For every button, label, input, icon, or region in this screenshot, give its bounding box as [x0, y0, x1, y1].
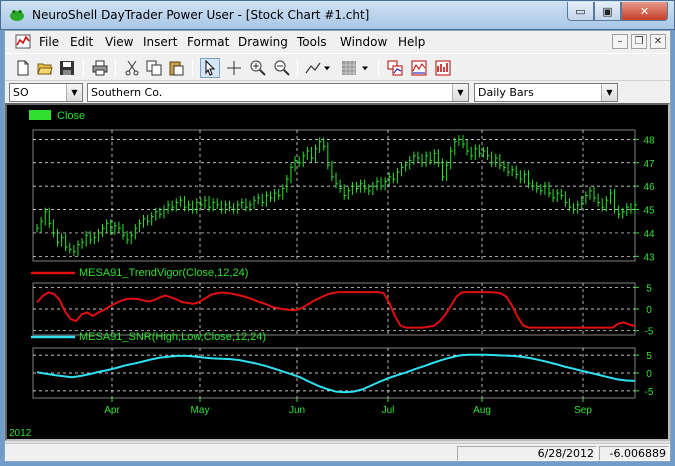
status-value: -6.006889	[599, 446, 669, 461]
menu-help[interactable]: Help	[398, 35, 425, 49]
legend-label: MESA91_SNR(High,Low,Close,12,24)	[79, 331, 266, 343]
y-tick-label: -5	[645, 387, 654, 398]
fill-pattern-icon[interactable]	[339, 58, 359, 78]
copy-icon[interactable]	[144, 58, 164, 78]
new-document-icon[interactable]	[13, 58, 33, 78]
app-icon	[10, 10, 24, 21]
zoom-out-icon[interactable]	[272, 58, 292, 78]
y-tick-label: 47	[643, 159, 655, 170]
series-line	[36, 291, 636, 329]
cut-icon[interactable]	[122, 58, 142, 78]
panel-frame	[32, 129, 636, 262]
mdi-close-button[interactable]: ✕	[650, 34, 666, 49]
status-bar: 6/28/2012 -6.006889	[5, 443, 670, 461]
status-date: 6/28/2012	[457, 446, 597, 461]
y-tick-label: 5	[646, 351, 652, 362]
zoom-in-icon[interactable]	[248, 58, 268, 78]
toolbar	[5, 53, 670, 81]
symbol-select[interactable]: SO ▼	[9, 83, 83, 102]
company-value: Southern Co.	[91, 86, 163, 99]
y-tick-label: 46	[643, 182, 655, 193]
menu-bar: File Edit View Insert Format Drawing Too…	[5, 31, 670, 53]
paste-icon[interactable]	[166, 58, 186, 78]
save-icon[interactable]	[57, 58, 77, 78]
x-tick-label: May	[191, 405, 210, 416]
minimize-button[interactable]: ▭	[567, 2, 594, 21]
y-tick-label: 48	[643, 135, 655, 146]
menu-format[interactable]: Format	[187, 35, 229, 49]
title-bar: NeuroShell DayTrader Power User - [Stock…	[0, 0, 675, 30]
legend-label: MESA91_TrendVigor(Close,12,24)	[79, 267, 248, 279]
y-tick-label: 44	[643, 229, 655, 240]
selector-bar: SO ▼ Southern Co. ▼ Daily Bars ▼	[5, 81, 670, 103]
maximize-button[interactable]: ▣	[594, 2, 621, 21]
stock-chart[interactable]: 43 44 45 46 47 48 Close 5 0 -5 MESA91_TrendVigor(C…	[7, 105, 668, 439]
series-line	[36, 353, 636, 394]
chart-document-icon[interactable]	[15, 34, 31, 49]
crosshair-icon[interactable]	[224, 58, 244, 78]
pointer-icon[interactable]	[200, 58, 220, 78]
client-area: File Edit View Insert Format Drawing Too…	[4, 30, 671, 462]
open-folder-icon[interactable]	[35, 58, 55, 78]
menu-tools[interactable]: Tools	[297, 35, 327, 49]
company-select[interactable]: Southern Co. ▼	[87, 83, 469, 102]
bar-chart-icon[interactable]	[433, 58, 453, 78]
x-tick-label: Aug	[473, 405, 491, 416]
period-value: Daily Bars	[478, 86, 534, 99]
line-tool-dropdown-icon[interactable]	[321, 58, 333, 78]
close-button[interactable]: ✕	[621, 2, 668, 21]
line-tool-icon[interactable]	[303, 58, 323, 78]
y-tick-label: 5	[646, 283, 652, 294]
y-tick-label: 45	[643, 206, 655, 217]
menu-window[interactable]: Window	[340, 35, 387, 49]
legend-swatch	[29, 110, 51, 120]
mdi-minimize-button[interactable]: –	[612, 34, 628, 49]
mdi-restore-button[interactable]: ❐	[631, 34, 647, 49]
menu-insert[interactable]: Insert	[143, 35, 177, 49]
window-title: NeuroShell DayTrader Power User - [Stock…	[32, 8, 370, 22]
symbol-value: SO	[13, 86, 29, 99]
x-tick-label: Jul	[382, 405, 395, 416]
period-select[interactable]: Daily Bars ▼	[474, 83, 618, 102]
menu-view[interactable]: View	[105, 35, 133, 49]
indicator-icon[interactable]	[409, 58, 429, 78]
menu-drawing[interactable]: Drawing	[238, 35, 288, 49]
menu-file[interactable]: File	[39, 35, 59, 49]
y-tick-label: -5	[645, 327, 654, 338]
x-tick-label: Sep	[574, 405, 592, 416]
chevron-down-icon[interactable]: ▼	[452, 84, 468, 101]
y-tick-label: 43	[643, 252, 655, 263]
x-tick-label: Apr	[104, 405, 120, 416]
fill-pattern-dropdown-icon[interactable]	[359, 58, 371, 78]
chart-window-icon[interactable]	[385, 58, 405, 78]
chart-area[interactable]: 43 44 45 46 47 48 Close 5 0 -5 MESA91_TrendVigor(C…	[5, 103, 670, 441]
year-label: 2012	[9, 428, 32, 439]
print-icon[interactable]	[90, 58, 110, 78]
menu-edit[interactable]: Edit	[70, 35, 93, 49]
y-tick-label: 0	[646, 305, 652, 316]
y-tick-label: 0	[646, 369, 652, 380]
x-tick-label: Jun	[289, 405, 305, 416]
chevron-down-icon[interactable]: ▼	[601, 84, 617, 101]
legend-label: Close	[57, 110, 85, 122]
chevron-down-icon[interactable]: ▼	[66, 84, 82, 101]
